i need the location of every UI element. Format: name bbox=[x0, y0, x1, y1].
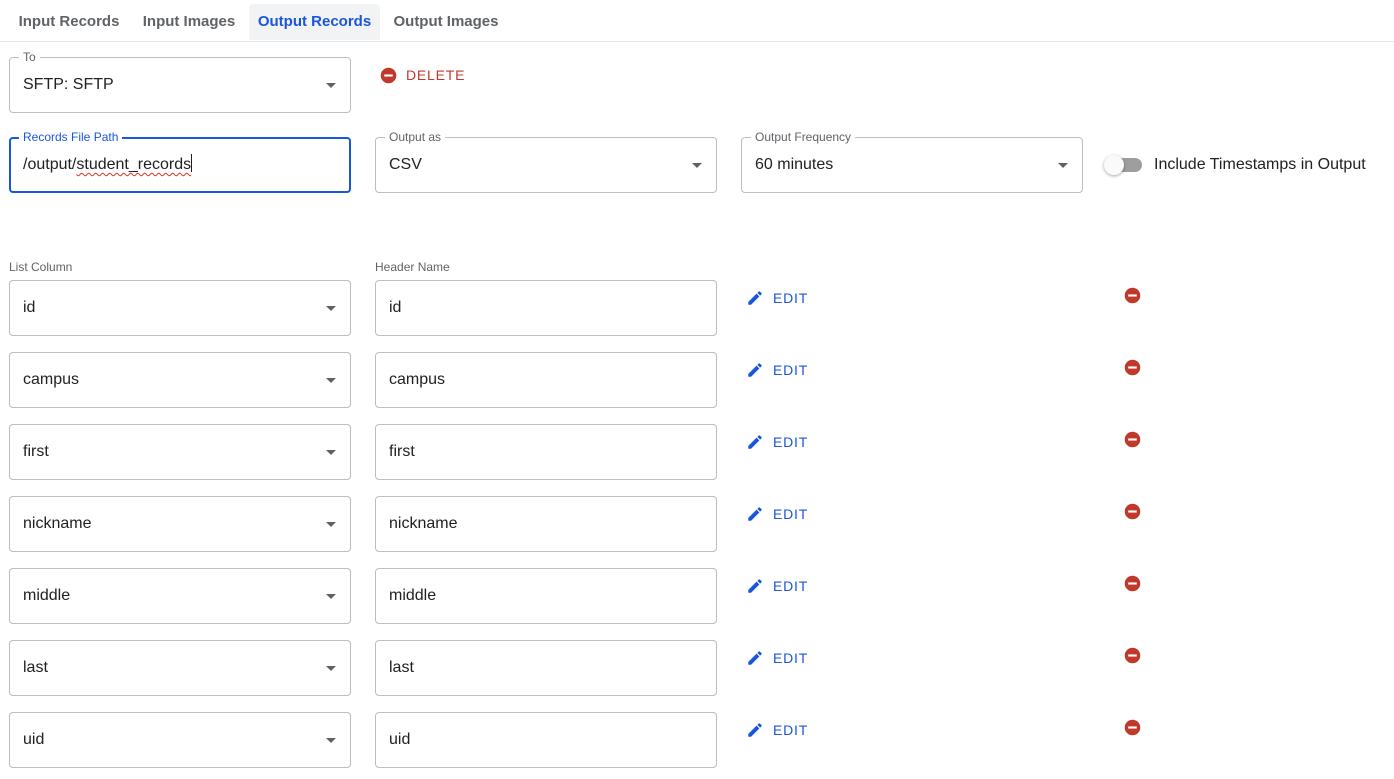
toggle-thumb bbox=[1104, 155, 1124, 175]
header-name-value: uid bbox=[389, 731, 411, 748]
records-file-path-field[interactable]: Records File Path /output/student_record… bbox=[9, 130, 351, 193]
text-caret bbox=[191, 154, 193, 172]
output-as-value: CSV bbox=[389, 156, 422, 173]
toggle-switch[interactable] bbox=[1104, 155, 1142, 175]
header-name-value: campus bbox=[389, 371, 446, 388]
header-name-input[interactable]: first bbox=[375, 424, 717, 480]
arrow-drop-down-icon bbox=[692, 163, 702, 168]
arrow-drop-down-icon bbox=[326, 378, 336, 383]
pencil-icon bbox=[748, 291, 762, 305]
tab-input-records[interactable]: Input Records bbox=[9, 4, 129, 40]
delete-button[interactable]: DELETE bbox=[380, 62, 465, 88]
records-file-path-filename: student_records bbox=[76, 156, 192, 173]
list-column-select[interactable]: id bbox=[9, 280, 351, 336]
arrow-drop-down-icon bbox=[326, 522, 336, 527]
edit-button-label: EDIT bbox=[773, 578, 809, 594]
tab-input-images[interactable]: Input Images bbox=[129, 4, 249, 40]
remove-circle-icon[interactable] bbox=[1124, 431, 1141, 448]
output-frequency-value: 60 minutes bbox=[755, 156, 834, 173]
records-file-path-value: /output/student_records bbox=[23, 139, 193, 191]
list-column-value: id bbox=[23, 299, 36, 316]
tab-bar: Input Records Input Images Output Record… bbox=[0, 0, 1394, 42]
pencil-icon bbox=[748, 723, 762, 737]
header-name-value: nickname bbox=[389, 515, 458, 532]
list-column-select[interactable]: last bbox=[9, 640, 351, 696]
list-column-value: campus bbox=[23, 371, 80, 388]
edit-button[interactable]: EDIT bbox=[746, 574, 808, 598]
header-name-heading: Header Name bbox=[375, 260, 450, 274]
edit-button-label: EDIT bbox=[773, 506, 809, 522]
header-name-input[interactable]: id bbox=[375, 280, 717, 336]
header-name-value: middle bbox=[389, 587, 437, 604]
pencil-icon bbox=[748, 507, 762, 521]
arrow-drop-down-icon bbox=[326, 594, 336, 599]
arrow-drop-down-icon bbox=[326, 306, 336, 311]
header-name-value: last bbox=[389, 659, 414, 676]
records-file-path-dir: /output/ bbox=[23, 156, 77, 173]
edit-button-label: EDIT bbox=[773, 290, 809, 306]
arrow-drop-down-icon bbox=[326, 738, 336, 743]
remove-circle-icon[interactable] bbox=[1124, 719, 1141, 736]
header-name-value: first bbox=[389, 443, 415, 460]
include-timestamps-label: Include Timestamps in Output bbox=[1154, 156, 1366, 173]
remove-circle-icon[interactable] bbox=[1124, 575, 1141, 592]
arrow-drop-down-icon bbox=[326, 666, 336, 671]
output-as-select[interactable]: Output as CSV bbox=[375, 130, 717, 193]
list-column-value: uid bbox=[23, 731, 45, 748]
delete-button-label: DELETE bbox=[406, 67, 466, 83]
list-column-heading: List Column bbox=[9, 260, 73, 274]
pencil-icon bbox=[748, 435, 762, 449]
remove-circle-icon[interactable] bbox=[1124, 647, 1141, 664]
edit-button[interactable]: EDIT bbox=[746, 646, 808, 670]
edit-button[interactable]: EDIT bbox=[746, 430, 808, 454]
list-column-select[interactable]: uid bbox=[9, 712, 351, 768]
list-column-select[interactable]: campus bbox=[9, 352, 351, 408]
pencil-icon bbox=[748, 579, 762, 593]
remove-circle-icon[interactable] bbox=[1124, 359, 1141, 376]
list-column-value: nickname bbox=[23, 515, 92, 532]
list-column-value: middle bbox=[23, 587, 71, 604]
tab-output-records[interactable]: Output Records bbox=[249, 4, 380, 40]
edit-button-label: EDIT bbox=[773, 362, 809, 378]
pencil-icon bbox=[748, 363, 762, 377]
header-name-input[interactable]: uid bbox=[375, 712, 717, 768]
remove-circle-icon bbox=[380, 67, 397, 83]
edit-button-label: EDIT bbox=[773, 434, 809, 450]
arrow-drop-down-icon bbox=[326, 83, 336, 88]
destination-value: SFTP: SFTP bbox=[23, 76, 114, 93]
list-column-value: first bbox=[23, 443, 49, 460]
include-timestamps-toggle[interactable]: Include Timestamps in Output bbox=[1104, 153, 1366, 177]
header-name-input[interactable]: nickname bbox=[375, 496, 717, 552]
header-name-input[interactable]: last bbox=[375, 640, 717, 696]
edit-button[interactable]: EDIT bbox=[746, 502, 808, 526]
header-name-value: id bbox=[389, 299, 402, 316]
remove-circle-icon[interactable] bbox=[1124, 503, 1141, 520]
remove-circle-icon[interactable] bbox=[1124, 287, 1141, 304]
edit-button[interactable]: EDIT bbox=[746, 358, 808, 382]
pencil-icon bbox=[748, 651, 762, 665]
arrow-drop-down-icon bbox=[1058, 163, 1068, 168]
edit-button-label: EDIT bbox=[773, 722, 809, 738]
list-column-select[interactable]: middle bbox=[9, 568, 351, 624]
edit-button-label: EDIT bbox=[773, 650, 809, 666]
tab-output-images[interactable]: Output Images bbox=[382, 4, 510, 40]
list-column-value: last bbox=[23, 659, 48, 676]
arrow-drop-down-icon bbox=[326, 450, 336, 455]
list-column-select[interactable]: first bbox=[9, 424, 351, 480]
list-column-select[interactable]: nickname bbox=[9, 496, 351, 552]
edit-button[interactable]: EDIT bbox=[746, 286, 808, 310]
output-frequency-select[interactable]: Output Frequency 60 minutes bbox=[741, 130, 1083, 193]
edit-button[interactable]: EDIT bbox=[746, 718, 808, 742]
header-name-input[interactable]: middle bbox=[375, 568, 717, 624]
header-name-input[interactable]: campus bbox=[375, 352, 717, 408]
destination-select[interactable]: To SFTP: SFTP bbox=[9, 50, 351, 113]
